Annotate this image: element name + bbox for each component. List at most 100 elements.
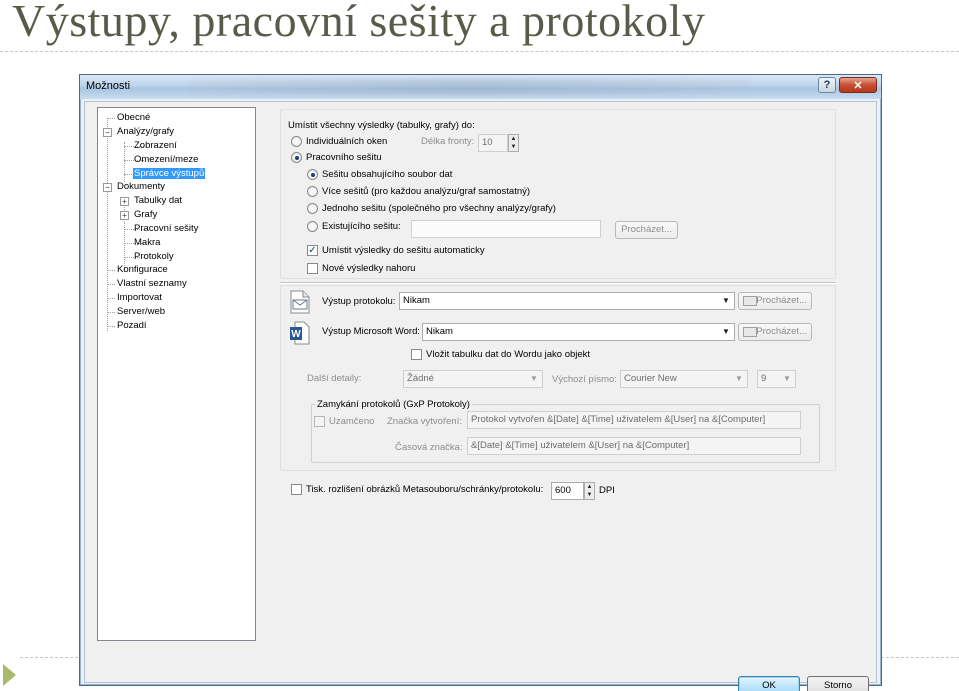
tree-collapse-icon[interactable]: − <box>103 183 112 192</box>
chevron-down-icon: ▼ <box>722 327 730 336</box>
dialog-title: Možnosti <box>86 80 131 92</box>
dialog-titlebar[interactable]: Možnosti ? ✕ <box>80 75 881 99</box>
default-font-select[interactable]: Courier New ▼ <box>620 370 748 388</box>
folder-icon <box>743 296 757 306</box>
close-button[interactable]: ✕ <box>839 77 877 93</box>
word-output-label: Výstup Microsoft Word: <box>322 326 421 337</box>
tree-expand-icon[interactable]: + <box>120 211 129 220</box>
insert-table-label: Vložit tabulku dat do Wordu jako objekt <box>426 349 591 360</box>
report-output-value: Nikam <box>403 295 430 306</box>
individual-windows-radio[interactable] <box>291 136 302 147</box>
tree-item-zobrazeni[interactable]: Zobrazení <box>134 140 177 153</box>
cancel-button[interactable]: Storno <box>807 676 869 691</box>
print-resolution-checkbox[interactable] <box>291 484 302 495</box>
word-output-browse-label: Procházet... <box>756 326 807 337</box>
title-divider <box>0 51 959 52</box>
checkmark-icon: ✓ <box>308 245 317 256</box>
word-document-icon: W <box>290 321 310 345</box>
new-results-top-label: Nové výsledky nahoru <box>322 263 416 274</box>
auto-place-label: Umístit výsledky do sešitu automaticky <box>322 245 485 256</box>
containing-workbook-label: Sešitu obsahujícího soubor dat <box>322 169 453 180</box>
chevron-down-icon: ▼ <box>530 374 538 383</box>
tree-item-pozadi[interactable]: Pozadí <box>117 320 147 333</box>
multiple-workbooks-radio[interactable] <box>307 186 318 197</box>
tree-item-grafy[interactable]: Grafy <box>134 209 157 222</box>
tree-item-protokoly[interactable]: Protokoly <box>134 251 174 264</box>
creation-tag-label: Značka vytvoření: <box>387 416 462 427</box>
tree-item-vlastni-seznamy[interactable]: Vlastní seznamy <box>117 278 187 291</box>
tree-item-tabulky-dat[interactable]: Tabulky dat <box>134 195 182 208</box>
report-output-browse-label: Procházet... <box>756 295 807 306</box>
existing-workbook-radio[interactable] <box>307 221 318 232</box>
tree-connector <box>124 197 125 272</box>
queue-length-spinner[interactable]: ▲ ▼ <box>508 134 519 152</box>
auto-place-checkbox[interactable]: ✓ <box>307 245 318 256</box>
print-resolution-unit: DPI <box>599 485 615 496</box>
spin-down-icon: ▼ <box>510 144 517 150</box>
tree-item-omezeni-meze[interactable]: Omezení/meze <box>134 154 198 167</box>
existing-workbook-label: Existujícího sešitu: <box>322 221 401 232</box>
print-resolution-spinner[interactable]: ▲ ▼ <box>584 482 595 500</box>
spin-up-icon: ▲ <box>586 484 593 490</box>
word-output-select[interactable]: Nikam ▼ <box>422 323 735 341</box>
report-document-icon <box>290 290 310 314</box>
multiple-workbooks-label: Více sešitů (pro každou analýzu/graf sam… <box>322 186 531 197</box>
tree-item-server-web[interactable]: Server/web <box>117 306 165 319</box>
workbook-radio[interactable] <box>291 152 302 163</box>
locked-label: Uzamčeno <box>329 416 375 427</box>
titlebar-background-blur <box>190 79 750 95</box>
tree-connector <box>107 326 115 327</box>
existing-workbook-input[interactable] <box>411 220 601 238</box>
options-tree[interactable]: − − + + Obecné Analýzy/grafy Zobrazení O… <box>97 107 256 641</box>
chevron-down-icon: ▼ <box>735 374 743 383</box>
folder-icon <box>743 327 757 337</box>
tree-connector <box>107 298 115 299</box>
tree-item-obecne[interactable]: Obecné <box>117 112 150 125</box>
tree-connector <box>107 118 108 331</box>
time-tag-label: Časová značka: <box>395 442 463 453</box>
tree-item-pracovni-sesity[interactable]: Pracovní sešity <box>134 223 198 236</box>
font-size-select[interactable]: 9 ▼ <box>757 370 796 388</box>
default-font-label: Výchozí písmo: <box>552 374 617 385</box>
word-output-value: Nikam <box>426 326 453 337</box>
single-workbook-label: Jednoho sešitu (společného pro všechny a… <box>322 203 556 214</box>
word-output-browse-button[interactable]: Procházet... <box>738 323 812 341</box>
insert-table-checkbox[interactable] <box>411 349 422 360</box>
tree-item-spravce-vystupu[interactable]: Správce výstupů <box>133 168 206 181</box>
creation-tag-input[interactable]: Protokol vytvořen &[Date] &[Time] uživat… <box>467 411 801 429</box>
help-icon: ? <box>823 79 831 91</box>
tree-item-dokumenty[interactable]: Dokumenty <box>117 181 165 194</box>
containing-workbook-radio[interactable] <box>307 169 318 180</box>
print-resolution-input[interactable]: 600 <box>551 482 584 500</box>
existing-workbook-browse-button[interactable]: Procházet... <box>615 221 678 239</box>
locked-checkbox[interactable] <box>314 416 325 427</box>
help-button[interactable]: ? <box>818 77 836 93</box>
default-font-value: Courier New <box>624 373 677 384</box>
new-results-top-checkbox[interactable] <box>307 263 318 274</box>
spin-up-icon: ▲ <box>510 136 517 142</box>
report-output-select[interactable]: Nikam ▼ <box>399 292 735 310</box>
footer-arrow-icon <box>3 664 16 686</box>
tree-collapse-icon[interactable]: − <box>103 128 112 137</box>
more-details-label: Další detaily: <box>307 373 362 384</box>
tree-expand-icon[interactable]: + <box>120 197 129 206</box>
spin-down-icon: ▼ <box>586 492 593 498</box>
tree-item-analyzy-grafy[interactable]: Analýzy/grafy <box>117 126 174 139</box>
tree-item-konfigurace[interactable]: Konfigurace <box>117 264 168 277</box>
word-letter: W <box>291 329 301 340</box>
tree-connector <box>107 312 115 313</box>
queue-length-input[interactable]: 10 <box>478 134 508 152</box>
individual-windows-label: Individuálních oken <box>306 136 388 147</box>
ok-button[interactable]: OK <box>738 676 800 691</box>
workbook-label: Pracovního sešitu <box>306 152 382 163</box>
tree-connector <box>107 284 115 285</box>
locking-group-title: Zamykání protokolů (GxP Protokoly) <box>315 399 472 410</box>
tree-item-makra[interactable]: Makra <box>134 237 160 250</box>
single-workbook-radio[interactable] <box>307 203 318 214</box>
tree-item-importovat[interactable]: Importovat <box>117 292 162 305</box>
tree-connector <box>124 142 125 182</box>
more-details-select[interactable]: Žádné ▼ <box>403 370 543 388</box>
time-tag-input[interactable]: &[Date] &[Time] uživatelem &[User] na &[… <box>467 437 801 455</box>
report-output-browse-button[interactable]: Procházet... <box>738 292 812 310</box>
report-output-label: Výstup protokolu: <box>322 296 396 307</box>
